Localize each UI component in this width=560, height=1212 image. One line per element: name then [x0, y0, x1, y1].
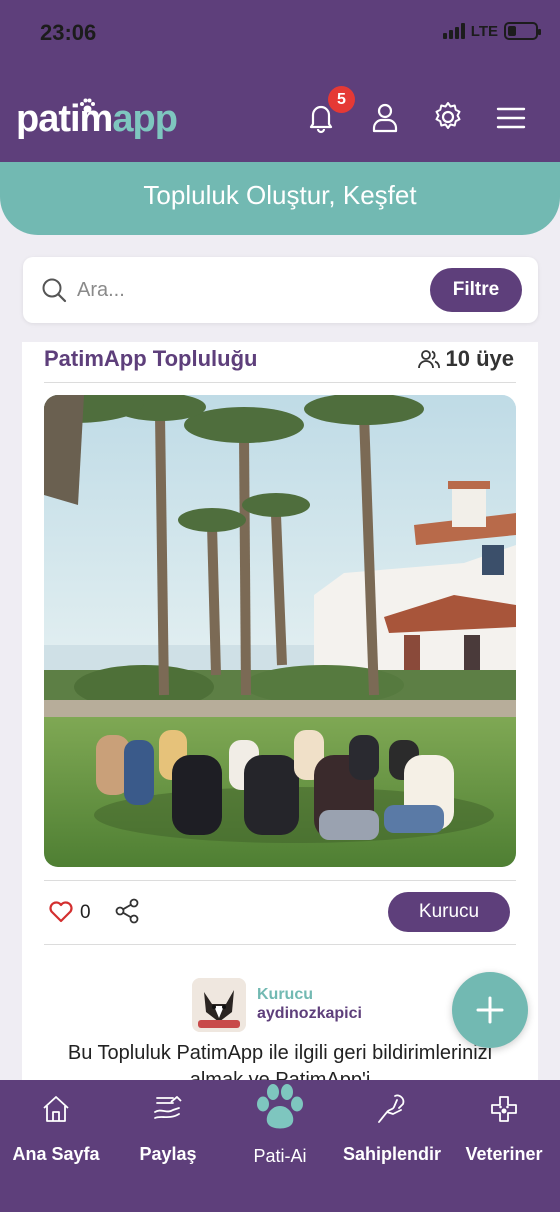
home-icon: [43, 1096, 69, 1122]
logo-text-accent: app: [112, 98, 178, 140]
search-input[interactable]: [77, 269, 427, 311]
paw-icon: [257, 1084, 303, 1129]
nav-label-share: Paylaş: [139, 1144, 197, 1164]
adopt-hand-icon: [378, 1094, 405, 1123]
menu-icon[interactable]: [494, 100, 528, 134]
app-header: 23:06 LTE patimapp 5: [0, 0, 560, 162]
members-icon: [417, 350, 440, 369]
signal-icon: [442, 23, 465, 39]
share-hands-icon: [154, 1096, 182, 1119]
community-photo[interactable]: [44, 395, 516, 867]
avatar[interactable]: [192, 978, 246, 1032]
page-title: Topluluk Oluştur, Keşfet: [143, 180, 417, 210]
author-info[interactable]: Kurucu aydinozkapici: [192, 978, 422, 1032]
nav-label-pati-ai: Pati-Ai: [253, 1146, 307, 1166]
share-icon[interactable]: [114, 898, 140, 924]
notification-badge[interactable]: 5: [328, 86, 355, 113]
nav-item-pati-ai[interactable]: Pati-Ai: [232, 1080, 328, 1212]
nav-label-home: Ana Sayfa: [12, 1144, 100, 1164]
like-count: 0: [80, 902, 91, 923]
page-banner: Topluluk Oluştur, Keşfet: [0, 162, 560, 235]
author-role: Kurucu: [257, 986, 313, 1003]
network-type: LTE: [470, 22, 498, 40]
gear-icon[interactable]: [431, 100, 465, 134]
app-logo[interactable]: patimapp: [16, 98, 178, 141]
bottom-nav: Ana Sayfa Paylaş Pati-Ai Sahiplendir Vet…: [0, 1080, 560, 1212]
add-community-button[interactable]: [452, 972, 528, 1048]
role-button[interactable]: Kurucu: [388, 892, 510, 932]
member-count-text: 10 üye: [445, 346, 515, 371]
status-indicators: LTE: [442, 22, 541, 40]
divider: [44, 944, 516, 945]
plus-icon: [476, 996, 504, 1024]
status-time: 23:06: [40, 20, 97, 45]
logo-text-main: patim: [16, 98, 113, 140]
nav-label-vet: Veteriner: [465, 1144, 543, 1164]
search-bar: Filtre: [23, 257, 538, 323]
nav-label-adopt: Sahiplendir: [342, 1144, 441, 1164]
logo-paw-icon: [80, 98, 95, 113]
member-count: 10 üye: [417, 346, 515, 372]
battery-icon: [504, 22, 541, 40]
heart-icon[interactable]: [48, 898, 74, 924]
nav-item-home[interactable]: Ana Sayfa: [8, 1080, 104, 1212]
nav-item-share[interactable]: Paylaş: [120, 1080, 216, 1212]
filter-button[interactable]: Filtre: [430, 268, 522, 312]
post-actions: 0 Kurucu: [44, 890, 516, 934]
search-icon: [42, 278, 67, 303]
nav-item-adopt[interactable]: Sahiplendir: [336, 1080, 448, 1212]
nav-item-vet[interactable]: Veteriner: [458, 1080, 550, 1212]
divider: [44, 382, 516, 383]
divider: [44, 880, 516, 881]
vet-cross-icon: [491, 1096, 517, 1122]
author-name[interactable]: aydinozkapici: [257, 1005, 362, 1023]
user-icon[interactable]: [368, 100, 402, 134]
community-title[interactable]: PatimApp Topluluğu: [44, 346, 257, 372]
